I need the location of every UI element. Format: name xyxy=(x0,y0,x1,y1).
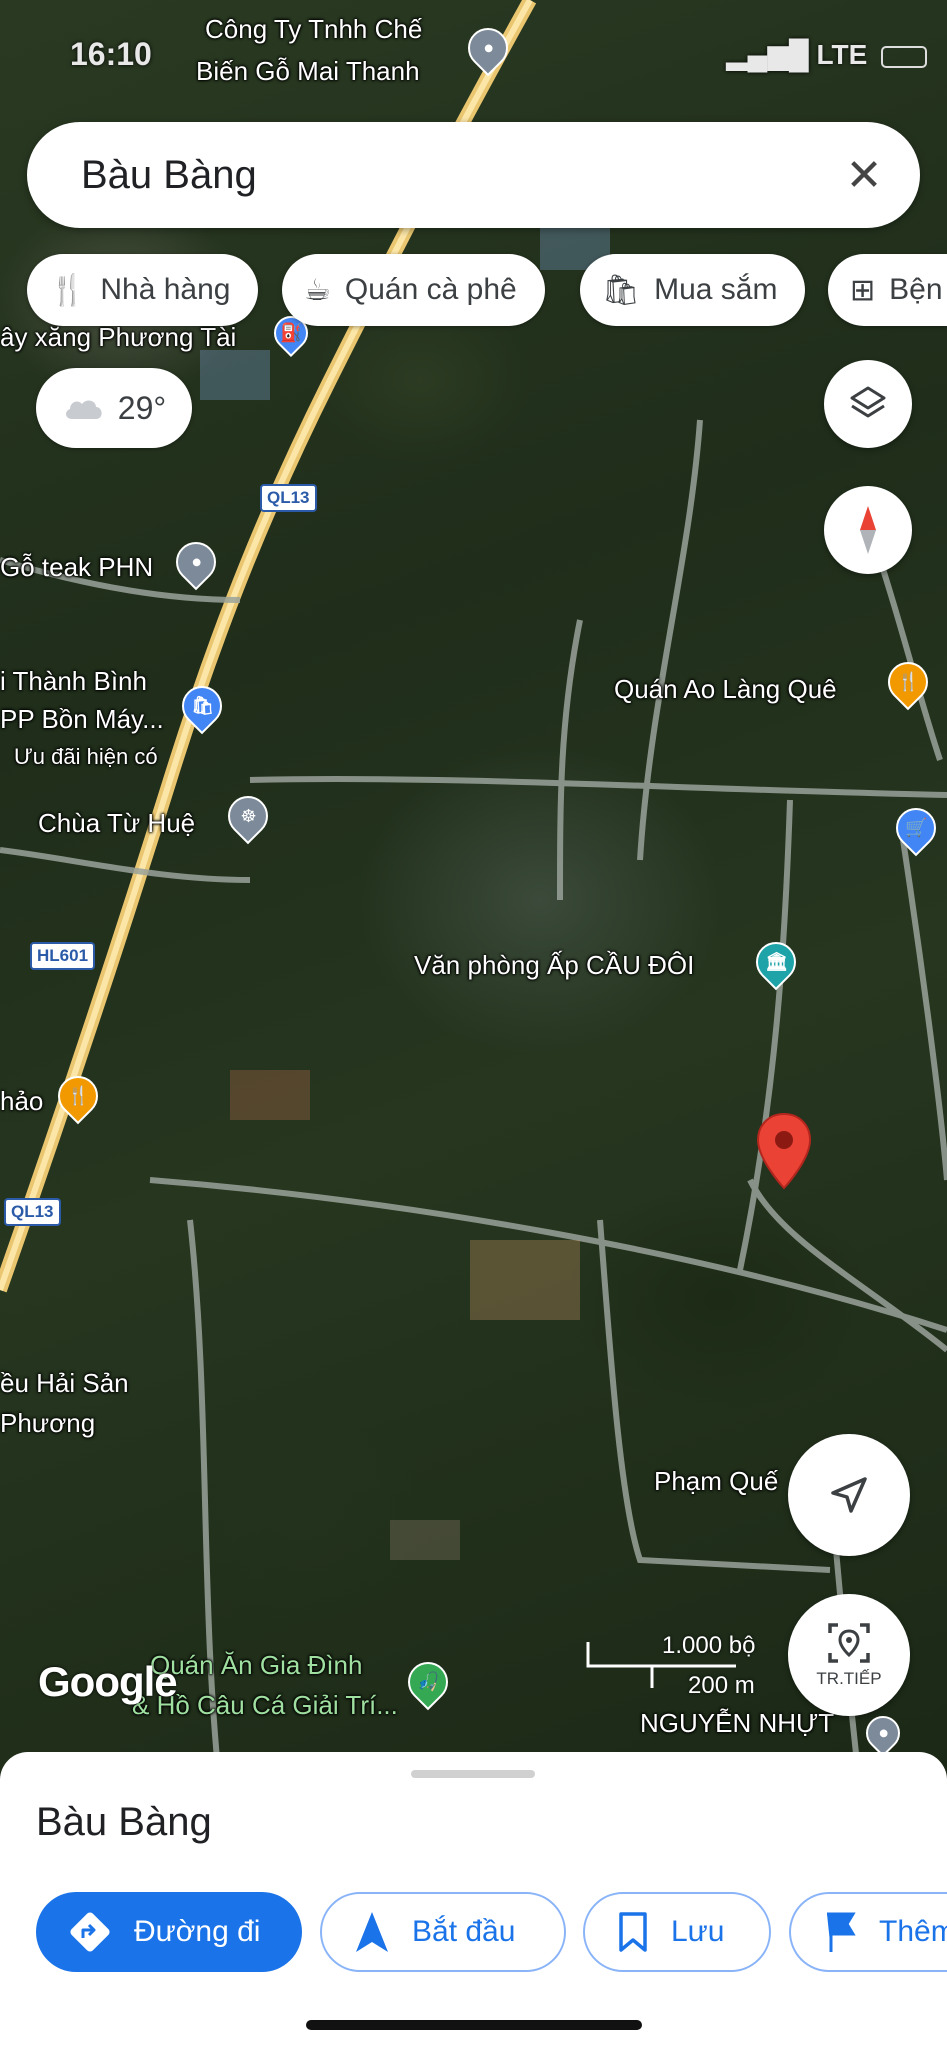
chip-restaurants[interactable]: 🍴 Nhà hàng xyxy=(27,254,259,326)
poi-label-chua[interactable]: Chùa Từ Huệ xyxy=(38,808,195,839)
home-indicator xyxy=(306,2020,642,2030)
selected-location-pin[interactable] xyxy=(756,1112,812,1190)
place-title: Bàu Bàng xyxy=(36,1800,212,1844)
sheet-drag-handle[interactable] xyxy=(411,1770,535,1778)
scale-metric: 200 m xyxy=(688,1672,755,1699)
google-logo: Google xyxy=(38,1658,178,1705)
save-label: Lưu xyxy=(671,1915,725,1948)
chip-label: Nhà hàng xyxy=(100,273,231,306)
poi-label-van-phong[interactable]: Văn phòng Ấp CẦU ĐÔI xyxy=(414,950,694,981)
status-network: LTE xyxy=(816,39,868,70)
poi-label-quan-an-line1[interactable]: Quán Ăn Gia Đình xyxy=(150,1650,362,1681)
poi-label-pham-que[interactable]: Phạm Quế xyxy=(654,1466,778,1497)
chip-label: Bện xyxy=(889,273,943,306)
navigation-arrow-icon xyxy=(354,1910,390,1954)
scale-imperial: 1.000 bộ xyxy=(662,1632,756,1659)
chip-coffee[interactable]: ☕ Quán cà phê xyxy=(282,254,545,326)
map-scale: 1.000 bộ 200 m xyxy=(586,1628,770,1699)
layers-button[interactable] xyxy=(824,360,912,448)
poi-label-uu-dai[interactable]: Ưu đãi hiện có xyxy=(14,744,158,770)
poi-label-hai-san-line2[interactable]: Phương xyxy=(0,1408,95,1439)
place-bottom-sheet[interactable]: Bàu Bàng Đường đi Bắt đầu Lưu Thê xyxy=(0,1752,947,2048)
hospital-plus-icon: ⊞ xyxy=(850,273,876,307)
poi-label-thanh-binh-line1[interactable]: i Thành Bình xyxy=(0,666,147,697)
road-shield-hl601: HL601 xyxy=(30,942,96,970)
shopping-bag-icon: 🛍 xyxy=(602,273,641,307)
road-shield-ql13: QL13 xyxy=(260,484,317,512)
more-button[interactable]: Thêm xyxy=(789,1892,947,1972)
compass-button[interactable] xyxy=(824,486,912,574)
start-preview-label: TR.TIẾP xyxy=(816,1669,882,1688)
status-signal: ▂▄▆█ LTE xyxy=(726,38,928,71)
search-input[interactable]: Bàu Bàng xyxy=(81,153,838,198)
chip-label: Quán cà phê xyxy=(344,273,517,306)
poi-label-nguyen-nhut[interactable]: NGUYỄN NHỰT xyxy=(640,1708,834,1739)
poi-label-cong-ty-line2[interactable]: Biến Gỗ Mai Thanh xyxy=(196,56,420,87)
chip-label: Mua sắm xyxy=(654,273,778,306)
poi-label-cong-ty-line1[interactable]: Công Ty Tnhh Chế xyxy=(205,14,422,45)
status-time: 16:10 xyxy=(70,36,152,72)
chip-shopping[interactable]: 🛍 Mua sắm xyxy=(580,254,806,326)
poi-label-thao[interactable]: hảo xyxy=(0,1086,43,1117)
start-button[interactable]: Bắt đầu xyxy=(320,1892,566,1972)
signal-bars-icon: ▂▄▆█ xyxy=(726,39,809,70)
poi-label-go-teak[interactable]: Gỗ teak PHN xyxy=(0,552,153,583)
directions-icon xyxy=(68,1910,112,1954)
cloud-icon xyxy=(65,400,102,419)
weather-badge[interactable]: 29° xyxy=(36,368,192,448)
fork-knife-icon: 🍴 xyxy=(49,273,87,307)
start-label: Bắt đầu xyxy=(412,1915,516,1948)
bookmark-icon xyxy=(617,1910,649,1954)
close-icon[interactable]: ✕ xyxy=(838,149,890,201)
location-frame-icon xyxy=(828,1623,870,1663)
poi-label-cay-xang[interactable]: ây xăng Phương Tài xyxy=(0,322,236,353)
poi-label-quan-ao-lang[interactable]: Quán Ao Làng Quê xyxy=(614,674,837,705)
map-pin-icon xyxy=(756,1112,812,1190)
directions-label: Đường đi xyxy=(134,1915,261,1948)
start-preview-button[interactable]: TR.TIẾP xyxy=(788,1594,910,1716)
search-bar[interactable]: Bàu Bàng ✕ xyxy=(27,122,920,228)
temperature: 29° xyxy=(117,389,167,426)
layers-icon xyxy=(850,386,886,418)
poi-label-hai-san-line1[interactable]: ều Hải Sản xyxy=(0,1368,129,1399)
poi-label-thanh-binh-line2[interactable]: PP Bồn Máy... xyxy=(0,704,164,735)
more-label: Thêm xyxy=(879,1915,947,1948)
battery-icon xyxy=(881,45,928,68)
my-location-button[interactable] xyxy=(788,1434,910,1556)
directions-button[interactable]: Đường đi xyxy=(36,1892,302,1972)
road-shield-ql13-2: QL13 xyxy=(4,1198,61,1226)
coffee-cup-icon: ☕ xyxy=(304,273,331,307)
chip-hospital[interactable]: ⊞ Bện xyxy=(828,254,947,326)
navigation-arrow-icon xyxy=(831,1477,867,1513)
save-button[interactable]: Lưu xyxy=(583,1892,771,1972)
compass-icon xyxy=(860,506,876,554)
flag-icon xyxy=(823,1910,857,1954)
